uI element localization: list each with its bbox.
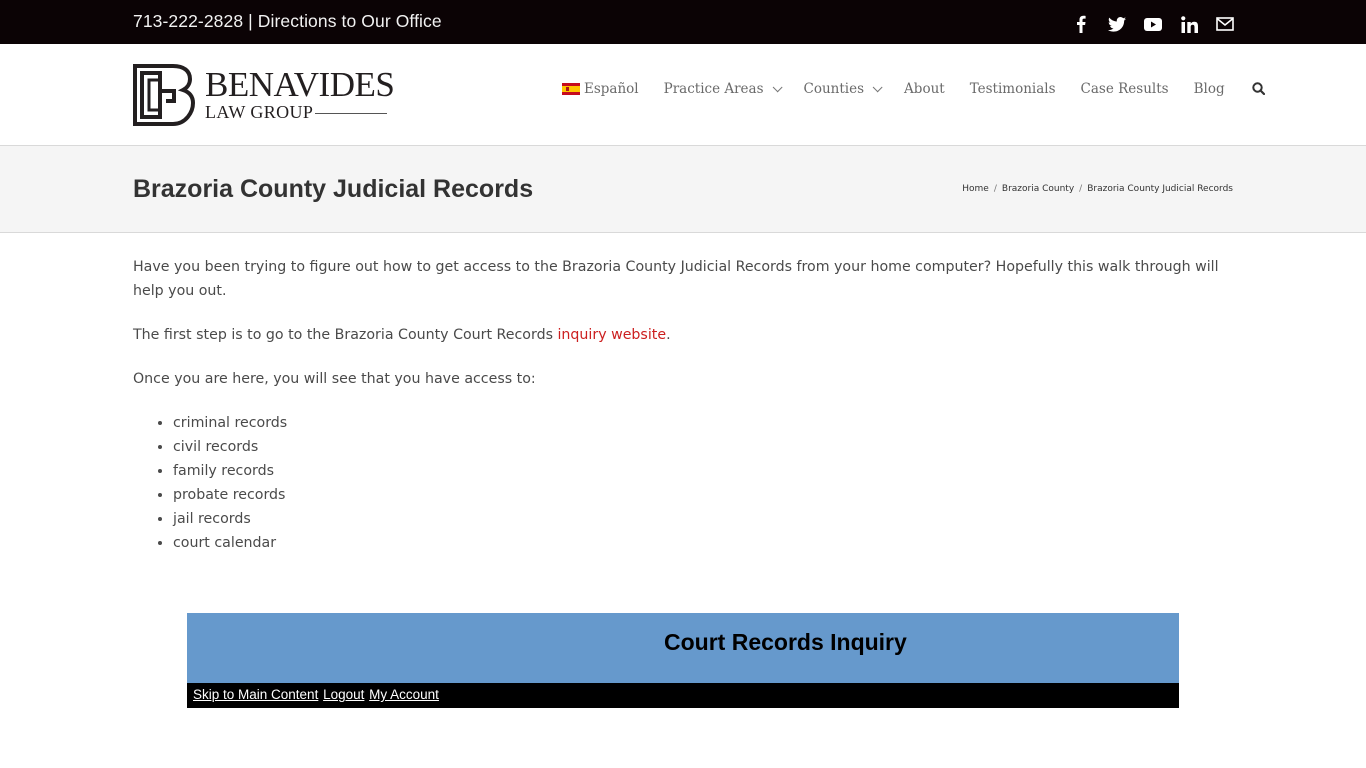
chevron-down-icon: [772, 81, 783, 92]
nav-item-testimonials[interactable]: Testimonials: [970, 81, 1056, 97]
directions-link[interactable]: Directions to Our Office: [258, 11, 442, 31]
envelope-icon[interactable]: [1214, 13, 1236, 35]
nav-label: Testimonials: [969, 81, 1056, 97]
article-content: Have you been trying to figure out how t…: [133, 255, 1233, 575]
breadcrumb-home[interactable]: Home: [962, 184, 989, 194]
contact-line: 713-222-2828 | Directions to Our Office: [133, 11, 442, 32]
breadcrumb-brazoria-county[interactable]: Brazoria County: [1002, 184, 1074, 194]
inquiry-website-link[interactable]: inquiry website: [557, 327, 666, 343]
breadcrumb-separator: /: [1079, 184, 1083, 194]
nav-item-counties[interactable]: Counties: [803, 81, 883, 97]
logo-subtitle: LAW GROUP: [205, 102, 314, 122]
logo-rule: [315, 113, 387, 114]
nav-label: About: [904, 81, 945, 97]
linkedin-icon[interactable]: [1178, 13, 1200, 35]
intro-paragraph: Have you been trying to figure out how t…: [133, 259, 1219, 299]
nav-item-practice-areas[interactable]: Practice Areas: [663, 81, 783, 97]
breadcrumb: Home / Brazoria County / Brazoria County…: [962, 184, 1233, 194]
spain-flag-icon: [562, 83, 580, 95]
nav-item-about[interactable]: About: [904, 81, 945, 97]
access-paragraph: Once you are here, you will see that you…: [133, 371, 536, 387]
logo[interactable]: BENAVIDES LAW GROUP: [133, 64, 395, 126]
separator: |: [243, 11, 258, 31]
nav-label: Case Results: [1080, 81, 1169, 97]
court-records-banner: Court Records Inquiry: [187, 613, 1179, 683]
nav-label: Español: [584, 81, 639, 97]
twitter-icon[interactable]: [1106, 13, 1128, 35]
skip-to-main-content-link[interactable]: Skip to Main Content: [193, 687, 318, 702]
list-item: jail records: [173, 507, 1233, 531]
search-icon[interactable]: [1251, 80, 1265, 99]
page-title: Brazoria County Judicial Records: [133, 175, 534, 203]
nav-label: Blog: [1193, 81, 1225, 97]
text: The first step is to go to the Brazoria …: [133, 327, 558, 343]
court-records-link-bar: Skip to Main Content Logout My Account: [187, 683, 1179, 708]
main-nav: Español Practice Areas Counties About Te…: [562, 79, 1265, 99]
list-item: court calendar: [173, 531, 1233, 555]
logo-monogram-icon: [133, 64, 196, 126]
nav-item-espanol[interactable]: Español: [562, 81, 639, 97]
page-title-bar: Brazoria County Judicial Records Home / …: [0, 146, 1366, 233]
breadcrumb-separator: /: [993, 184, 997, 194]
text: .: [666, 327, 671, 343]
facebook-icon[interactable]: [1070, 13, 1092, 35]
site-header: BENAVIDES LAW GROUP Español Practice Are…: [0, 44, 1366, 146]
list-item: family records: [173, 459, 1233, 483]
logout-link[interactable]: Logout: [323, 687, 364, 702]
list-item: civil records: [173, 435, 1233, 459]
my-account-link[interactable]: My Account: [369, 687, 439, 702]
breadcrumb-current: Brazoria County Judicial Records: [1087, 184, 1233, 194]
court-records-screenshot: Court Records Inquiry Skip to Main Conte…: [187, 613, 1179, 708]
nav-item-blog[interactable]: Blog: [1194, 81, 1225, 97]
records-list: criminal records civil records family re…: [133, 411, 1233, 555]
logo-name: BENAVIDES: [205, 65, 395, 104]
youtube-icon[interactable]: [1142, 13, 1164, 35]
list-item: probate records: [173, 483, 1233, 507]
nav-label: Counties: [803, 81, 865, 97]
chevron-down-icon: [872, 81, 883, 92]
social-links: [1070, 13, 1236, 35]
list-item: criminal records: [173, 411, 1233, 435]
first-step-paragraph: The first step is to go to the Brazoria …: [133, 323, 1233, 347]
phone-link[interactable]: 713-222-2828: [133, 11, 243, 31]
court-records-title: Court Records Inquiry: [664, 629, 907, 655]
nav-label: Practice Areas: [663, 81, 764, 97]
top-bar: 713-222-2828 | Directions to Our Office: [0, 0, 1366, 44]
nav-item-case-results[interactable]: Case Results: [1081, 81, 1169, 97]
